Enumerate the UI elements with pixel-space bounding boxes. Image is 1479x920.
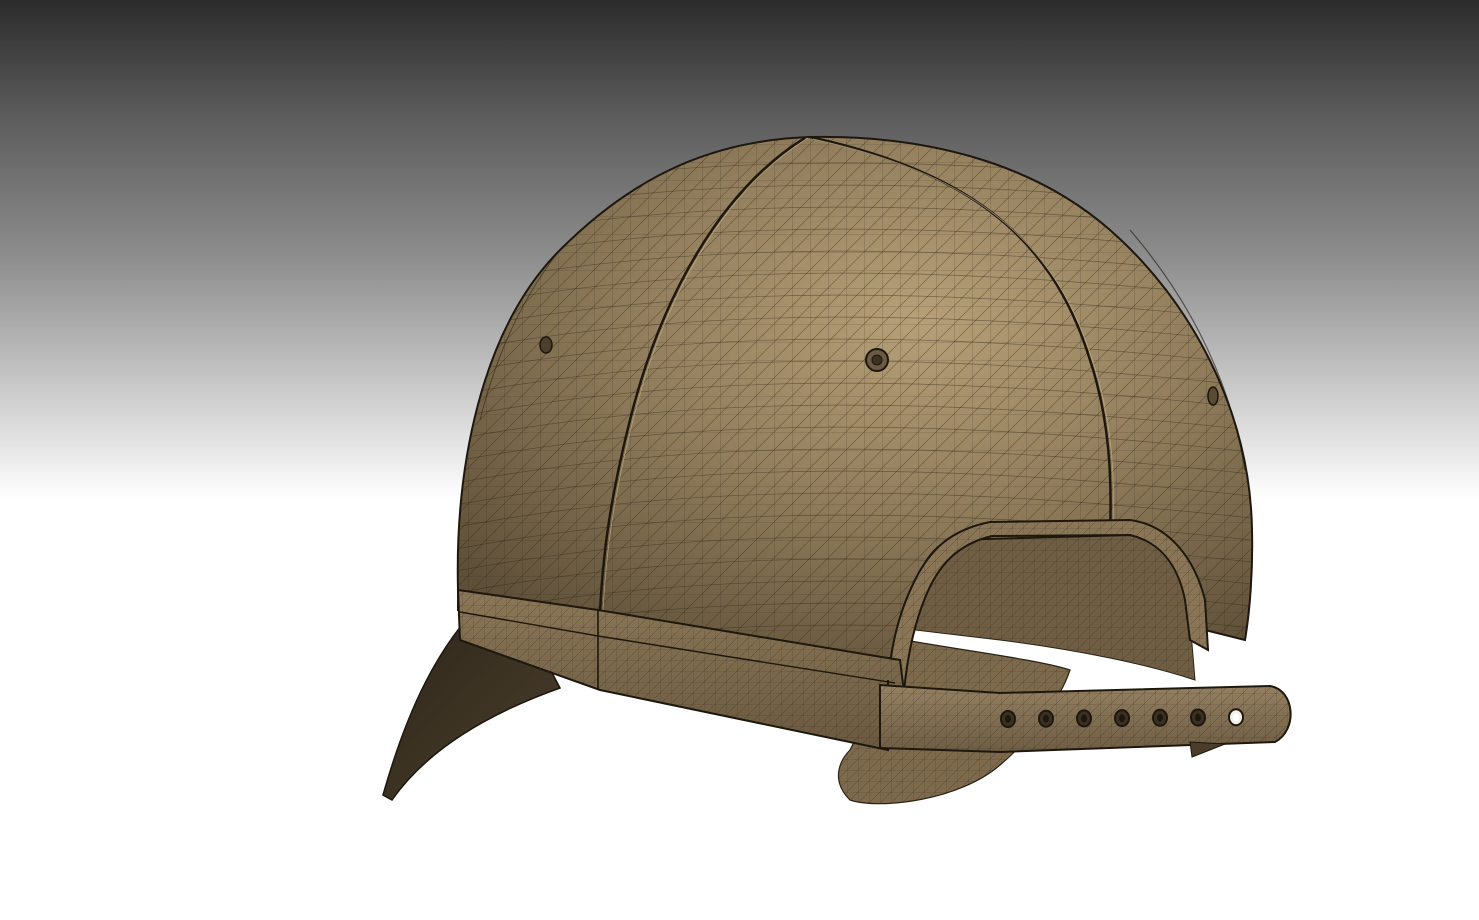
cap-render[interactable] bbox=[0, 0, 1479, 920]
eyelet-left bbox=[539, 336, 553, 354]
adjustment-strap bbox=[879, 683, 1292, 758]
strap-hole-inner bbox=[1005, 715, 1011, 723]
strap-hole-inner bbox=[1081, 714, 1087, 723]
eyelet-right bbox=[1207, 386, 1219, 406]
eyelet-center bbox=[865, 348, 889, 372]
strap-hole-inner bbox=[1195, 713, 1201, 722]
strap-hole-inner bbox=[1157, 713, 1163, 722]
strap-hole-inner bbox=[1119, 714, 1125, 723]
strap-hole-inner bbox=[1043, 714, 1049, 723]
strap-hole-inner bbox=[1233, 713, 1239, 722]
3d-viewport[interactable] bbox=[0, 0, 1479, 920]
